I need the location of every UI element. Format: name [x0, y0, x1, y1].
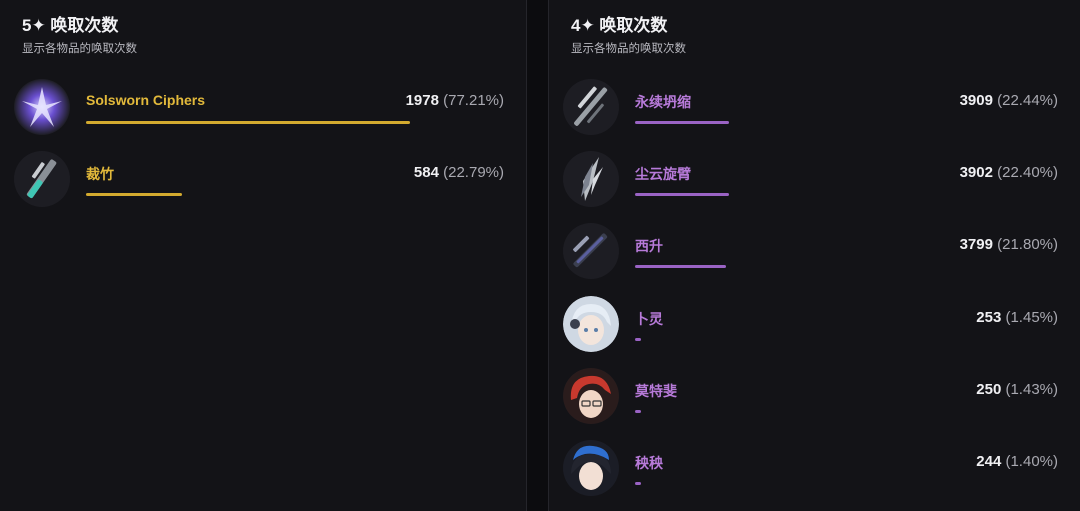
character-portrait-silver-hair-icon — [563, 296, 619, 352]
pull-count: 253 (1.45%) — [976, 309, 1058, 326]
pull-count-value: 3909 — [959, 92, 993, 109]
item-name: 莫特斐 — [635, 383, 677, 399]
list-item: 裁竹 584 (22.79%) — [0, 151, 526, 215]
pull-share-bar-fill — [635, 121, 729, 124]
pull-share-bar-fill — [635, 265, 726, 268]
pull-count: 3902 (22.40%) — [960, 164, 1058, 181]
pull-share-bar-fill — [635, 338, 641, 341]
pull-percent: (22.79%) — [443, 164, 504, 181]
pull-share-bar-fill — [635, 410, 641, 413]
pull-count-value: 244 — [976, 453, 1002, 470]
pull-share-bar — [86, 193, 410, 196]
list-item: 卜灵 253 (1.45%) — [549, 296, 1080, 360]
character-portrait-red-hair-icon — [563, 368, 619, 424]
pull-percent: (1.45%) — [1005, 309, 1058, 326]
list-item: 秧秧 244 (1.40%) — [549, 440, 1080, 504]
pull-percent: (1.40%) — [1005, 453, 1058, 470]
four-star-panel: 4✦ 唤取次数 显示各物品的唤取次数 永续坍缩 3909 (22.44%) 尘云… — [548, 0, 1080, 511]
pull-count: 250 (1.43%) — [976, 381, 1058, 398]
pull-count: 1978 (77.21%) — [406, 92, 504, 109]
pull-percent: (21.80%) — [997, 236, 1058, 253]
pull-count: 584 (22.79%) — [414, 164, 504, 181]
character-portrait-dark-hair-icon — [563, 440, 619, 496]
list-item: Solsworn Ciphers 1978 (77.21%) — [0, 79, 526, 143]
five-star-panel: 5✦ 唤取次数 显示各物品的唤取次数 Solsworn Ciphers 1978… — [0, 0, 527, 511]
pull-count-value: 3799 — [959, 236, 993, 253]
blade-weapon-icon — [14, 151, 70, 207]
item-name: 永续坍缩 — [635, 94, 691, 110]
panel-title: 5✦ 唤取次数 — [22, 16, 119, 35]
pull-count-value: 253 — [976, 309, 1002, 326]
gauntlet-weapon-icon — [563, 151, 619, 207]
pull-share-bar-fill — [86, 121, 410, 124]
panel-subtitle: 显示各物品的唤取次数 — [22, 43, 137, 55]
list-item: 永续坍缩 3909 (22.44%) — [549, 79, 1080, 143]
pull-share-bar-fill — [635, 482, 641, 485]
pull-share-bar — [635, 265, 729, 268]
pull-share-bar — [635, 338, 729, 341]
pull-share-bar-fill — [86, 193, 182, 196]
pull-count: 3799 (21.80%) — [960, 236, 1058, 253]
pull-share-bar — [635, 482, 729, 485]
list-item: 西升 3799 (21.80%) — [549, 223, 1080, 287]
item-name: 尘云旋臂 — [635, 166, 691, 182]
pull-percent: (77.21%) — [443, 92, 504, 109]
pull-share-bar-fill — [635, 193, 729, 196]
pull-count-value: 1978 — [405, 92, 439, 109]
list-item: 莫特斐 250 (1.43%) — [549, 368, 1080, 432]
crystal-cipher-icon — [14, 79, 70, 135]
pull-share-bar — [635, 193, 729, 196]
item-name: 西升 — [635, 238, 663, 254]
pull-count: 3909 (22.44%) — [960, 92, 1058, 109]
pull-percent: (22.40%) — [997, 164, 1058, 181]
pull-percent: (1.43%) — [1005, 381, 1058, 398]
pull-share-bar — [635, 410, 729, 413]
pistol-weapon-icon — [563, 223, 619, 279]
item-name: Solsworn Ciphers — [86, 92, 206, 108]
pull-share-bar — [635, 121, 729, 124]
panel-title: 4✦ 唤取次数 — [571, 16, 668, 35]
list-item: 尘云旋臂 3902 (22.40%) — [549, 151, 1080, 215]
pull-share-bar — [86, 121, 410, 124]
pull-count: 244 (1.40%) — [976, 453, 1058, 470]
item-name: 裁竹 — [86, 166, 114, 182]
pull-count-value: 3902 — [959, 164, 993, 181]
item-name: 卜灵 — [635, 311, 663, 327]
pull-percent: (22.44%) — [997, 92, 1058, 109]
panel-subtitle: 显示各物品的唤取次数 — [571, 43, 686, 55]
pull-count-value: 584 — [413, 164, 439, 181]
item-name: 秧秧 — [635, 455, 663, 471]
pull-count-value: 250 — [976, 381, 1002, 398]
rectifier-weapon-icon — [563, 79, 619, 135]
